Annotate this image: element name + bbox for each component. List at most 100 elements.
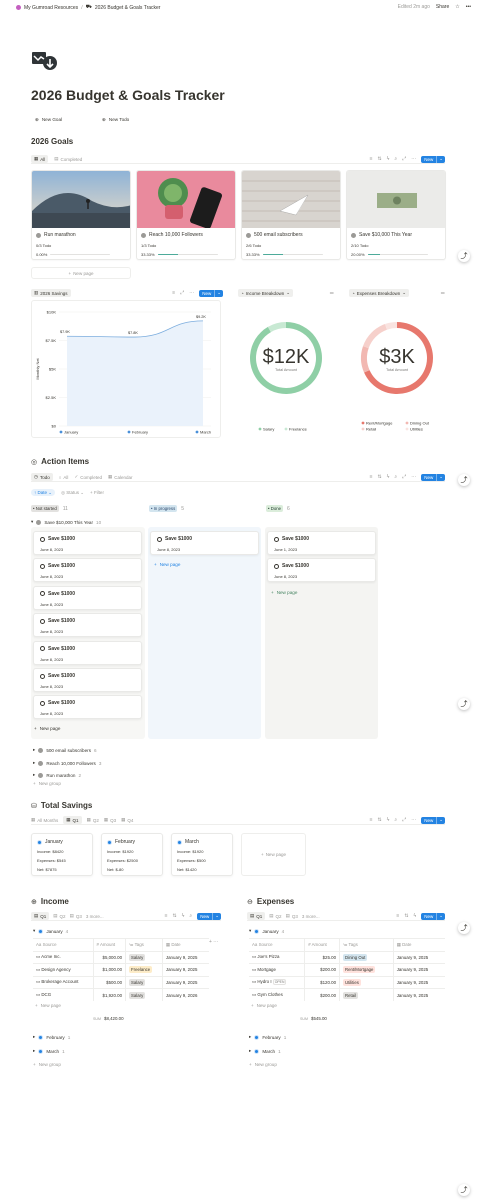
task-card[interactable]: Save $1000 June 8, 2023	[33, 613, 142, 638]
amount-cell[interactable]: $500.00	[93, 975, 127, 989]
task-checkbox-icon[interactable]	[274, 536, 279, 542]
tab-completed[interactable]: ▤ Completed	[54, 156, 82, 162]
date-cell[interactable]: January 9, 2025	[393, 950, 445, 964]
more-icon[interactable]: ···	[411, 817, 416, 823]
filter-icon[interactable]: ≡	[370, 474, 373, 480]
tab-more[interactable]: 3 more...	[302, 914, 320, 919]
amount-cell[interactable]: $120.00	[304, 975, 341, 989]
source-cell[interactable]: ▭ Gym Clothes	[249, 988, 306, 1001]
sort-icon[interactable]: ⇅	[378, 817, 382, 823]
tab-q1[interactable]: ▤ Q1	[31, 912, 50, 920]
floating-action-icon[interactable]: ⤴	[458, 922, 470, 934]
group-header[interactable]: ▾ January 4	[33, 928, 68, 934]
task-card[interactable]: Save $1000 June 8, 2023	[33, 558, 142, 583]
filter-icon[interactable]: ≡	[396, 913, 399, 919]
chevron-down-icon[interactable]: ⌄	[436, 912, 445, 920]
group-header[interactable]: ▸ February 1	[249, 1034, 286, 1040]
tab-all-months[interactable]: ▦ All Months	[31, 817, 58, 823]
table-row[interactable]: ▭ DCG $1,920.00 Salary January 9, 2026	[33, 988, 209, 1001]
tab-calendar[interactable]: ▦ Calendar	[108, 474, 133, 480]
tab-q3[interactable]: ▤ Q3	[286, 913, 298, 919]
floating-action-icon[interactable]: ⤴	[458, 474, 470, 486]
table-row[interactable]: ▭ Mortgage $200.00 Rent/Mortgage January…	[249, 963, 445, 976]
column-header[interactable]: ≔ Tags	[339, 938, 394, 951]
group-header[interactable]: ▾ Save $10,000 This Year 10	[31, 519, 101, 525]
tag-cell[interactable]: Rent/Mortgage	[339, 963, 394, 976]
expenses-new-button[interactable]: New ⌄	[421, 912, 445, 920]
task-card[interactable]: Save $1000 June 8, 2023	[33, 640, 142, 665]
tag-cell[interactable]: Salary	[125, 950, 163, 964]
month-card[interactable]: January Income: $8420 Expenses: $545 Net…	[31, 833, 93, 876]
group-header[interactable]: ▸ Run marathon 2	[33, 772, 81, 778]
table-row[interactable]: ▭ Design Agency $1,000.00 Freelance Janu…	[33, 963, 209, 976]
more-options-icon[interactable]: •••	[466, 4, 471, 10]
tag-cell[interactable]: Freelance	[125, 963, 163, 976]
table-row[interactable]: ▭ Gym Clothes $200.00 Retail January 9, …	[249, 988, 445, 1001]
tab-q2[interactable]: ▤ Q2	[53, 913, 65, 919]
source-cell[interactable]: ▭ Acme Inc.	[33, 950, 94, 964]
amount-cell[interactable]: $200.00	[304, 963, 341, 976]
month-card[interactable]: March Income: $1920 Expenses: $500 Net: …	[171, 833, 233, 876]
task-checkbox-icon[interactable]	[40, 618, 45, 624]
goal-card[interactable]: Reach 10,000 Followers 1/3 Todo 33.33%	[136, 170, 236, 260]
search-icon[interactable]: ⌕	[394, 156, 397, 162]
group-header[interactable]: ▸ 500 email subscribers 6	[33, 747, 97, 753]
chevron-down-icon[interactable]: ⌄	[436, 473, 445, 481]
amount-cell[interactable]: $5,000.00	[93, 950, 127, 964]
table-row[interactable]: ▭ Acme Inc. $5,000.00 Salary January 9, …	[33, 950, 209, 964]
tag-cell[interactable]: Dining Out	[339, 950, 394, 964]
sort-icon[interactable]: ⇅	[378, 474, 382, 480]
date-cell[interactable]: January 9, 2025	[393, 988, 445, 1001]
automation-icon[interactable]: ϟ	[182, 913, 185, 919]
date-cell[interactable]: January 9, 2025	[393, 963, 445, 976]
table-row[interactable]: ▭ Hydro I OPEN $120.00 Utilities January…	[249, 975, 445, 989]
tab-q3[interactable]: ▦ Q3	[104, 817, 116, 823]
automation-icon[interactable]: ϟ	[387, 817, 390, 823]
group-header[interactable]: ▸ February 1	[33, 1034, 70, 1040]
task-card[interactable]: Save $1000 June 8, 2023	[33, 531, 142, 555]
goal-card[interactable]: Run marathon 0/3 Todo 0.00%	[31, 170, 131, 260]
column-header[interactable]: ▦ Date	[162, 938, 209, 951]
savings-new-button[interactable]: New ⌄	[199, 289, 223, 297]
amount-cell[interactable]: $1,000.00	[93, 963, 127, 976]
goals-new-page-button[interactable]: + New page	[31, 267, 131, 279]
goal-card[interactable]: 500 email subscribers 2/6 Todo 33.33%	[241, 170, 341, 260]
filter-icon[interactable]: ≡	[370, 156, 373, 162]
task-card[interactable]: Save $1000 June 1, 2023	[267, 531, 376, 555]
date-cell[interactable]: January 9, 2025	[393, 975, 445, 989]
chevron-down-icon[interactable]: ⌄	[214, 289, 223, 297]
status-filter-chip[interactable]: ◎ Status ⌄	[61, 490, 84, 496]
task-checkbox-icon[interactable]	[157, 536, 162, 542]
task-checkbox-icon[interactable]	[274, 563, 279, 569]
task-checkbox-icon[interactable]	[40, 646, 45, 652]
chevron-down-icon[interactable]: ⌄	[212, 912, 221, 920]
tab-expenses-breakdown[interactable]: ◔ Expenses Breakdown ⌄	[349, 289, 410, 297]
savings-new-button[interactable]: New ⌄	[421, 816, 445, 824]
new-todo-button[interactable]: ⊕ New Todo	[98, 115, 133, 124]
tag-cell[interactable]: Utilities	[339, 975, 394, 989]
breadcrumb-workspace[interactable]: My Gumroad Resources	[24, 5, 78, 11]
tag-cell[interactable]: Salary	[125, 975, 163, 989]
task-checkbox-icon[interactable]	[40, 563, 45, 569]
settings-icon[interactable]: ⚌	[330, 290, 334, 296]
task-checkbox-icon[interactable]	[40, 700, 45, 706]
source-cell[interactable]: ▭ DCG	[33, 988, 94, 1001]
page-icon[interactable]	[31, 50, 59, 70]
date-cell[interactable]: January 9, 2025	[162, 950, 209, 964]
tag-cell[interactable]: Retail	[339, 988, 394, 1001]
automation-icon[interactable]: ϟ	[387, 474, 390, 480]
source-cell[interactable]: ▭ Design Agency	[33, 963, 94, 976]
table-row[interactable]: ▭ Brokerage Account $500.00 Salary Janua…	[33, 975, 209, 989]
tab-todo[interactable]: ◷ Todo	[31, 473, 53, 481]
date-cell[interactable]: January 9, 2025	[162, 975, 209, 989]
search-icon[interactable]: ⌕	[394, 474, 397, 480]
tab-more[interactable]: 3 more...	[86, 914, 104, 919]
filter-icon[interactable]: ≡	[172, 290, 175, 296]
task-card[interactable]: Save $1000 June 8, 2023	[33, 695, 142, 720]
favorite-star-icon[interactable]: ☆	[455, 4, 459, 10]
new-page-button[interactable]: + New page	[251, 1003, 277, 1008]
savings-new-page-button[interactable]: + New page	[241, 833, 306, 876]
open-button[interactable]: OPEN	[272, 979, 287, 986]
date-cell[interactable]: January 9, 2025	[162, 963, 209, 976]
table-add-column-icon[interactable]: + ···	[209, 939, 218, 945]
